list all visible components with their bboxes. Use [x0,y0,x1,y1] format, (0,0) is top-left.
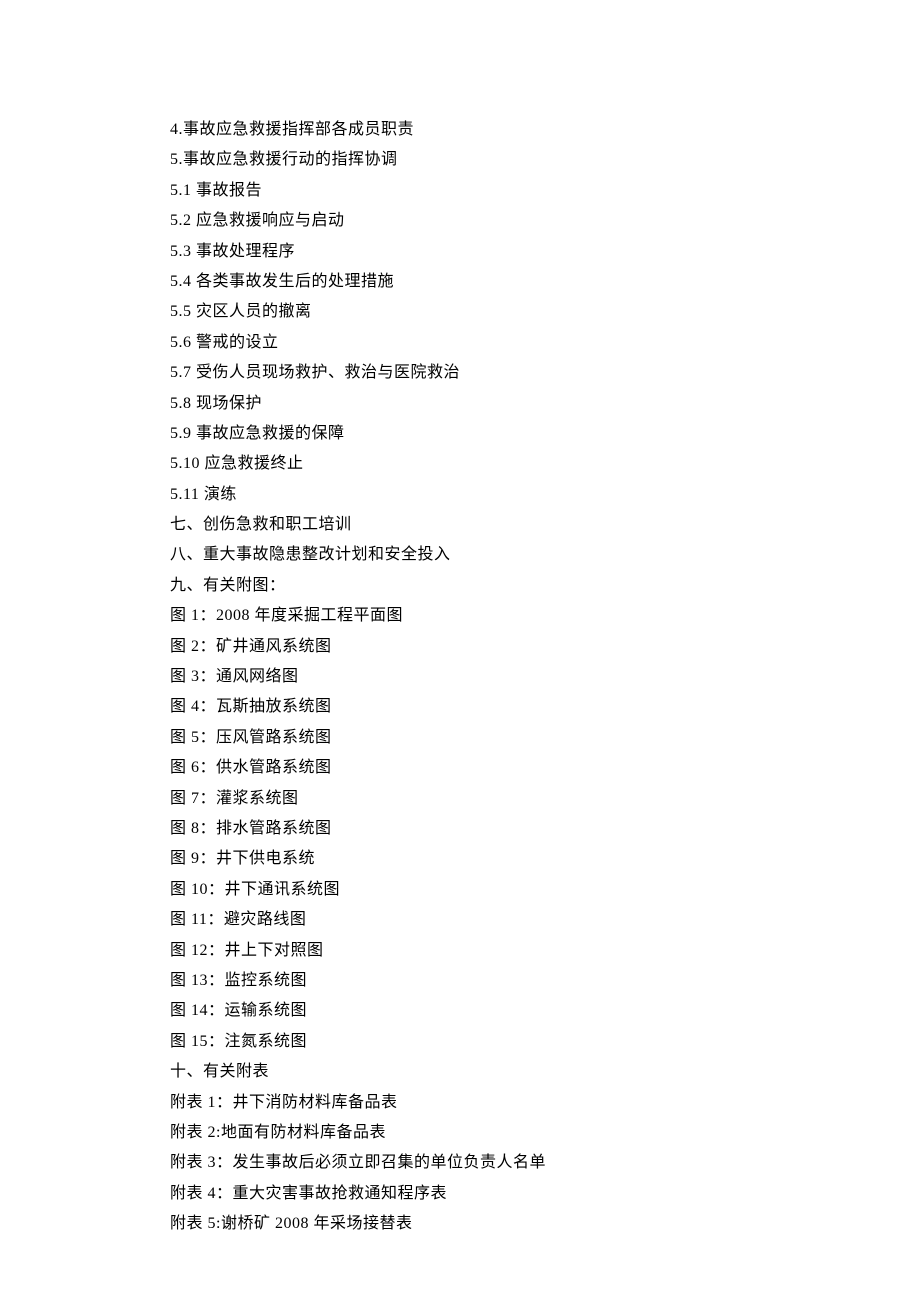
toc-line: 图 10：井下通讯系统图 [170,875,770,905]
toc-line: 七、创伤急救和职工培训 [170,510,770,540]
toc-line: 5.5 灾区人员的撤离 [170,297,770,327]
toc-line: 图 15：注氮系统图 [170,1027,770,1057]
toc-line: 图 11：避灾路线图 [170,905,770,935]
toc-line: 5.7 受伤人员现场救护、救治与医院救治 [170,358,770,388]
toc-line: 图 9：井下供电系统 [170,844,770,874]
toc-line: 图 2：矿井通风系统图 [170,632,770,662]
toc-line: 八、重大事故隐患整改计划和安全投入 [170,540,770,570]
toc-line: 5.1 事故报告 [170,176,770,206]
toc-line: 5.4 各类事故发生后的处理措施 [170,267,770,297]
toc-line: 5.2 应急救援响应与启动 [170,206,770,236]
toc-line: 附表 4：重大灾害事故抢救通知程序表 [170,1179,770,1209]
toc-line: 4.事故应急救援指挥部各成员职责 [170,115,770,145]
toc-line: 九、有关附图： [170,571,770,601]
toc-line: 图 7：灌浆系统图 [170,784,770,814]
toc-line: 附表 3：发生事故后必须立即召集的单位负责人名单 [170,1148,770,1178]
toc-line: 图 4：瓦斯抽放系统图 [170,692,770,722]
toc-line: 附表 1：井下消防材料库备品表 [170,1088,770,1118]
toc-line: 附表 2:地面有防材料库备品表 [170,1118,770,1148]
toc-line: 5.11 演练 [170,480,770,510]
toc-line: 图 8：排水管路系统图 [170,814,770,844]
toc-line: 5.3 事故处理程序 [170,237,770,267]
toc-line: 5.事故应急救援行动的指挥协调 [170,145,770,175]
toc-line: 5.8 现场保护 [170,389,770,419]
toc-line: 图 13：监控系统图 [170,966,770,996]
toc-line: 5.9 事故应急救援的保障 [170,419,770,449]
toc-line: 附表 5:谢桥矿 2008 年采场接替表 [170,1209,770,1239]
toc-line: 十、有关附表 [170,1057,770,1087]
toc-line: 图 3：通风网络图 [170,662,770,692]
toc-line: 图 14：运输系统图 [170,996,770,1026]
document-content: 4.事故应急救援指挥部各成员职责 5.事故应急救援行动的指挥协调 5.1 事故报… [170,115,770,1239]
toc-line: 5.6 警戒的设立 [170,328,770,358]
toc-line: 5.10 应急救援终止 [170,449,770,479]
toc-line: 图 5：压风管路系统图 [170,723,770,753]
toc-line: 图 6：供水管路系统图 [170,753,770,783]
toc-line: 图 1：2008 年度采掘工程平面图 [170,601,770,631]
toc-line: 图 12：井上下对照图 [170,936,770,966]
